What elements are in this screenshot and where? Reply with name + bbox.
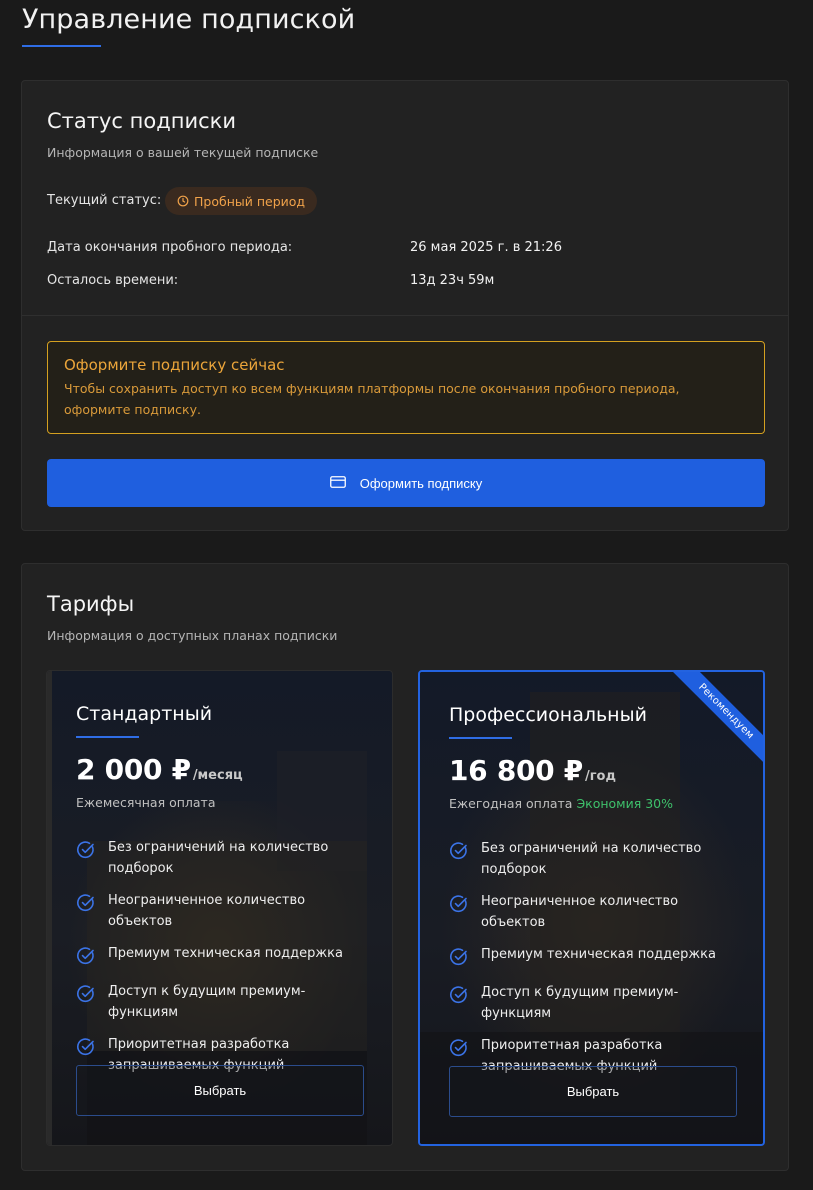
recommended-ribbon-label: Рекомендуем [666, 672, 763, 772]
price-amount: 16 800 ₽ [449, 754, 583, 787]
price-period: /месяц [192, 768, 243, 783]
feature-item: Доступ к будущим премиум-функциям [76, 981, 366, 1023]
plan-card-standard: Стандартный 2 000 ₽ /месяц Ежемесячная о… [46, 670, 393, 1146]
plan-price: 16 800 ₽ /год [449, 754, 616, 787]
feature-list: Без ограничений на количество подборок Н… [449, 838, 739, 1088]
page-title-underline [22, 45, 101, 47]
recommended-ribbon: Рекомендуем [663, 672, 763, 772]
status-card-title: Статус подписки [47, 109, 236, 133]
subscribe-alert: Оформите подписку сейчас Чтобы сохранить… [47, 341, 765, 434]
feature-text: Без ограничений на количество подборок [481, 841, 702, 877]
feature-item: Без ограничений на количество подборок [76, 837, 366, 879]
trial-end-label: Дата окончания пробного периода: [47, 240, 293, 255]
alert-text: Чтобы сохранить доступ ко всем функциям … [64, 381, 680, 417]
billing-note: Ежегодная оплата [449, 796, 573, 811]
choose-plan-button[interactable]: Выбрать [449, 1066, 737, 1117]
status-divider [22, 315, 788, 316]
subscription-status-card: Статус подписки Информация о вашей текущ… [21, 80, 789, 531]
feature-item: Неограниченное количество объектов [76, 890, 366, 932]
plan-price: 2 000 ₽ /месяц [76, 753, 243, 786]
feature-item: Премиум техническая поддержка [76, 943, 366, 970]
check-circle-icon [76, 984, 96, 1008]
feature-text: Доступ к будущим премиум-функциям [108, 984, 306, 1020]
check-circle-icon [449, 985, 469, 1009]
choose-plan-button[interactable]: Выбрать [76, 1065, 364, 1116]
price-note: Ежегодная оплата Экономия 30% [449, 796, 673, 811]
price-note: Ежемесячная оплата [76, 795, 215, 810]
credit-card-icon [329, 475, 346, 491]
check-circle-icon [76, 946, 96, 970]
feature-item: Премиум техническая поддержка [449, 944, 739, 971]
alert-title: Оформите подписку сейчас [64, 356, 285, 374]
subscribe-button[interactable]: Оформить подписку [47, 459, 765, 507]
check-circle-icon [449, 1038, 469, 1062]
plan-name-underline [76, 736, 139, 738]
feature-text: Без ограничений на количество подборок [108, 840, 329, 876]
price-period: /год [585, 769, 616, 784]
feature-list: Без ограничений на количество подборок Н… [76, 837, 366, 1087]
plans-card-subtitle: Информация о доступных планах подписки [47, 628, 338, 643]
plan-name: Профессиональный [449, 704, 647, 726]
remaining-time-label: Осталось времени: [47, 273, 179, 288]
page-title: Управление подпиской [22, 4, 356, 35]
remaining-time-value: 13д 23ч 59м [410, 273, 495, 288]
savings-label: Экономия 30% [576, 796, 674, 811]
feature-item: Неограниченное количество объектов [449, 891, 739, 933]
plans-card-title: Тарифы [47, 592, 135, 616]
clock-icon [177, 195, 189, 207]
status-badge-label: Пробный период [194, 193, 306, 209]
plan-name-underline [449, 737, 512, 739]
trial-end-value: 26 мая 2025 г. в 21:26 [410, 240, 562, 255]
check-circle-icon [76, 1037, 96, 1061]
status-badge: Пробный период [165, 187, 318, 215]
check-circle-icon [449, 947, 469, 971]
feature-text: Премиум техническая поддержка [481, 947, 716, 962]
billing-note: Ежемесячная оплата [76, 795, 216, 810]
check-circle-icon [449, 894, 469, 918]
subscribe-button-label: Оформить подписку [359, 475, 483, 491]
plans-card: Тарифы Информация о доступных планах под… [21, 563, 789, 1171]
feature-text: Неограниченное количество объектов [481, 894, 679, 930]
plan-card-professional: Профессиональный 16 800 ₽ /год Ежегодная… [418, 670, 765, 1146]
plan-name: Стандартный [76, 703, 213, 725]
feature-text: Неограниченное количество объектов [108, 893, 306, 929]
feature-text: Премиум техническая поддержка [108, 946, 343, 961]
current-status-label: Текущий статус: [47, 193, 162, 208]
price-amount: 2 000 ₽ [76, 753, 191, 786]
check-circle-icon [76, 893, 96, 917]
feature-text: Доступ к будущим премиум-функциям [481, 985, 679, 1021]
feature-item: Доступ к будущим премиум-функциям [449, 982, 739, 1024]
status-card-subtitle: Информация о вашей текущей подписке [47, 145, 319, 160]
feature-item: Без ограничений на количество подборок [449, 838, 739, 880]
check-circle-icon [449, 841, 469, 865]
check-circle-icon [76, 840, 96, 864]
